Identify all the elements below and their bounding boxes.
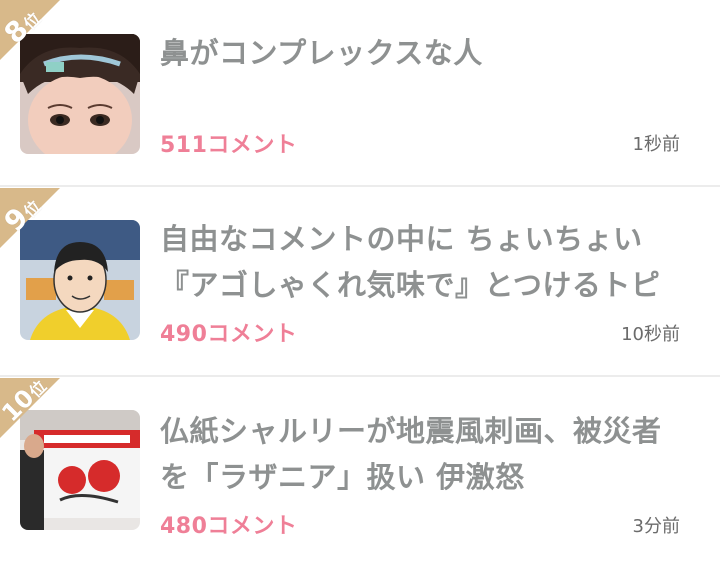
rank-suffix: 位 xyxy=(25,378,51,402)
timestamp: 3分前 xyxy=(632,516,680,537)
timestamp: 10秒前 xyxy=(621,324,680,345)
rank-suffix: 位 xyxy=(19,8,45,34)
comment-count: 511コメント xyxy=(160,133,298,158)
comment-count: 490コメント xyxy=(160,322,298,347)
thumbnail-image[interactable] xyxy=(20,410,140,530)
topic-title[interactable]: 仏紙シャルリーが地震風刺画、被災者を「ラザニア」扱い 伊激怒 xyxy=(160,408,690,500)
ranking-list: 8位 鼻がコンプレックスな人 511コメント 1秒前 9位 自由なコメントの中に… xyxy=(0,0,720,565)
woman-face-photo xyxy=(20,34,140,154)
list-item[interactable]: 9位 自由なコメントの中に ちょいちょい『アゴしゃくれ気味で』とつけるトピ 49… xyxy=(0,188,720,373)
topic-title[interactable]: 自由なコメントの中に ちょいちょい『アゴしゃくれ気味で』とつけるトピ xyxy=(160,216,690,308)
divider xyxy=(0,375,720,377)
timestamp: 1秒前 xyxy=(632,134,680,155)
thumbnail-image[interactable] xyxy=(20,220,140,340)
divider xyxy=(0,185,720,187)
topic-title[interactable]: 鼻がコンプレックスな人 xyxy=(160,30,690,76)
thumbnail-image[interactable] xyxy=(20,34,140,154)
rank-suffix: 位 xyxy=(19,196,45,222)
comment-count: 480コメント xyxy=(160,514,298,539)
illustrated-man-yellow-jacket xyxy=(20,220,140,340)
list-item[interactable]: 8位 鼻がコンプレックスな人 511コメント 1秒前 xyxy=(0,0,720,185)
list-item[interactable]: 10位 仏紙シャルリーが地震風刺画、被災者を「ラザニア」扱い 伊激怒 480コメ… xyxy=(0,378,720,565)
magazine-cover-photo xyxy=(20,410,140,530)
